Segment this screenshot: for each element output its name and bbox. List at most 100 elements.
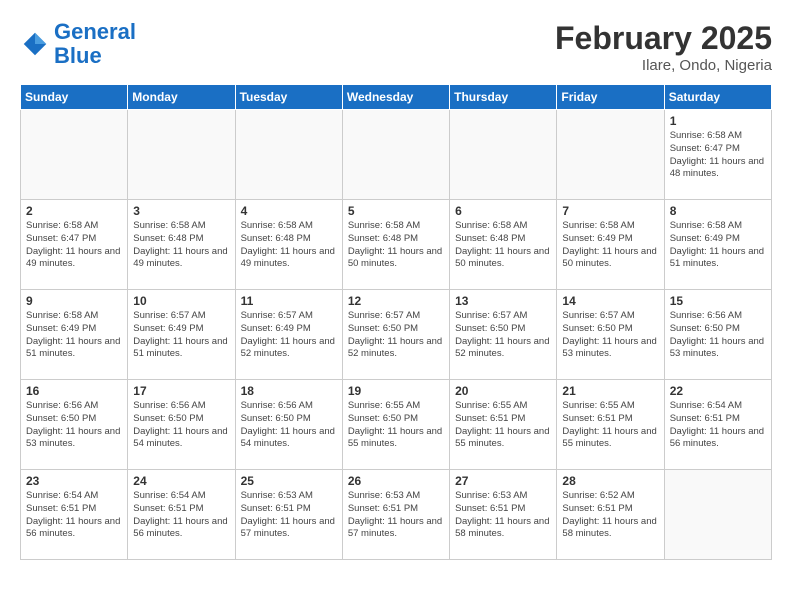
calendar-cell: 12 Sunrise: 6:57 AM Sunset: 6:50 PM Dayli… — [342, 290, 449, 380]
day-info: Sunrise: 6:57 AM Sunset: 6:50 PM Dayligh… — [455, 310, 551, 361]
calendar-header: SundayMondayTuesdayWednesdayThursdayFrid… — [21, 85, 772, 110]
calendar-cell: 10 Sunrise: 6:57 AM Sunset: 6:49 PM Dayli… — [128, 290, 235, 380]
day-number: 25 — [241, 474, 337, 488]
day-info: Sunrise: 6:56 AM Sunset: 6:50 PM Dayligh… — [670, 310, 766, 361]
day-number: 7 — [562, 204, 658, 218]
calendar-cell — [21, 110, 128, 200]
calendar-cell: 27Sunrise: 6:53 AM Sunset: 6:51 PM Dayli… — [450, 470, 557, 560]
calendar-cell: 16 Sunrise: 6:56 AM Sunset: 6:50 PM Dayli… — [21, 380, 128, 470]
day-info: Sunrise: 6:58 AM Sunset: 6:49 PM Dayligh… — [26, 310, 122, 361]
day-info: Sunrise: 6:56 AM Sunset: 6:50 PM Dayligh… — [26, 400, 122, 451]
calendar-cell: 5Sunrise: 6:58 AM Sunset: 6:48 PM Daylig… — [342, 200, 449, 290]
weekday-header-row: SundayMondayTuesdayWednesdayThursdayFrid… — [21, 85, 772, 110]
day-number: 15 — [670, 294, 766, 308]
day-info: Sunrise: 6:58 AM Sunset: 6:47 PM Dayligh… — [670, 130, 766, 181]
day-number: 23 — [26, 474, 122, 488]
day-info: Sunrise: 6:58 AM Sunset: 6:49 PM Dayligh… — [670, 220, 766, 271]
weekday-monday: Monday — [128, 85, 235, 110]
day-info: Sunrise: 6:55 AM Sunset: 6:50 PM Dayligh… — [348, 400, 444, 451]
day-number: 12 — [348, 294, 444, 308]
calendar-cell — [342, 110, 449, 200]
day-number: 3 — [133, 204, 229, 218]
day-info: Sunrise: 6:53 AM Sunset: 6:51 PM Dayligh… — [241, 490, 337, 541]
week-row-2: 9 Sunrise: 6:58 AM Sunset: 6:49 PM Daylig… — [21, 290, 772, 380]
calendar-cell: 25 Sunrise: 6:53 AM Sunset: 6:51 PM Dayli… — [235, 470, 342, 560]
calendar-cell: 28Sunrise: 6:52 AM Sunset: 6:51 PM Dayli… — [557, 470, 664, 560]
calendar-cell — [450, 110, 557, 200]
day-number: 28 — [562, 474, 658, 488]
weekday-wednesday: Wednesday — [342, 85, 449, 110]
day-number: 8 — [670, 204, 766, 218]
day-info: Sunrise: 6:53 AM Sunset: 6:51 PM Dayligh… — [348, 490, 444, 541]
logo: General Blue — [20, 20, 136, 68]
day-number: 27 — [455, 474, 551, 488]
day-info: Sunrise: 6:54 AM Sunset: 6:51 PM Dayligh… — [670, 400, 766, 451]
day-number: 22 — [670, 384, 766, 398]
day-number: 1 — [670, 114, 766, 128]
day-info: Sunrise: 6:56 AM Sunset: 6:50 PM Dayligh… — [241, 400, 337, 451]
day-number: 9 — [26, 294, 122, 308]
calendar-cell: 15 Sunrise: 6:56 AM Sunset: 6:50 PM Dayli… — [664, 290, 771, 380]
calendar-cell — [664, 470, 771, 560]
calendar-cell: 24Sunrise: 6:54 AM Sunset: 6:51 PM Dayli… — [128, 470, 235, 560]
calendar-cell — [557, 110, 664, 200]
weekday-thursday: Thursday — [450, 85, 557, 110]
day-number: 21 — [562, 384, 658, 398]
calendar-cell: 22 Sunrise: 6:54 AM Sunset: 6:51 PM Dayli… — [664, 380, 771, 470]
day-info: Sunrise: 6:57 AM Sunset: 6:49 PM Dayligh… — [241, 310, 337, 361]
month-title: February 2025 — [555, 20, 772, 57]
week-row-3: 16 Sunrise: 6:56 AM Sunset: 6:50 PM Dayli… — [21, 380, 772, 470]
day-number: 13 — [455, 294, 551, 308]
day-info: Sunrise: 6:55 AM Sunset: 6:51 PM Dayligh… — [455, 400, 551, 451]
weekday-sunday: Sunday — [21, 85, 128, 110]
day-number: 16 — [26, 384, 122, 398]
day-number: 17 — [133, 384, 229, 398]
calendar-cell: 6 Sunrise: 6:58 AM Sunset: 6:48 PM Daylig… — [450, 200, 557, 290]
calendar-cell: 26Sunrise: 6:53 AM Sunset: 6:51 PM Dayli… — [342, 470, 449, 560]
calendar-cell: 17 Sunrise: 6:56 AM Sunset: 6:50 PM Dayli… — [128, 380, 235, 470]
calendar-cell: 4 Sunrise: 6:58 AM Sunset: 6:48 PM Daylig… — [235, 200, 342, 290]
calendar-cell: 23 Sunrise: 6:54 AM Sunset: 6:51 PM Dayli… — [21, 470, 128, 560]
day-info: Sunrise: 6:58 AM Sunset: 6:49 PM Dayligh… — [562, 220, 658, 271]
logo-text: General Blue — [54, 20, 136, 68]
day-info: Sunrise: 6:58 AM Sunset: 6:48 PM Dayligh… — [241, 220, 337, 271]
day-number: 18 — [241, 384, 337, 398]
day-number: 24 — [133, 474, 229, 488]
calendar-cell: 2Sunrise: 6:58 AM Sunset: 6:47 PM Daylig… — [21, 200, 128, 290]
calendar-cell: 19Sunrise: 6:55 AM Sunset: 6:50 PM Dayli… — [342, 380, 449, 470]
day-number: 20 — [455, 384, 551, 398]
calendar-cell: 1 Sunrise: 6:58 AM Sunset: 6:47 PM Daylig… — [664, 110, 771, 200]
day-info: Sunrise: 6:58 AM Sunset: 6:48 PM Dayligh… — [455, 220, 551, 271]
day-info: Sunrise: 6:56 AM Sunset: 6:50 PM Dayligh… — [133, 400, 229, 451]
logo-blue: Blue — [54, 43, 102, 68]
calendar-cell: 18 Sunrise: 6:56 AM Sunset: 6:50 PM Dayli… — [235, 380, 342, 470]
calendar-cell — [235, 110, 342, 200]
week-row-0: 1 Sunrise: 6:58 AM Sunset: 6:47 PM Daylig… — [21, 110, 772, 200]
day-number: 4 — [241, 204, 337, 218]
calendar-cell: 8 Sunrise: 6:58 AM Sunset: 6:49 PM Daylig… — [664, 200, 771, 290]
title-block: February 2025 Ilare, Ondo, Nigeria — [555, 20, 772, 74]
day-info: Sunrise: 6:58 AM Sunset: 6:48 PM Dayligh… — [133, 220, 229, 271]
weekday-friday: Friday — [557, 85, 664, 110]
calendar-cell: 11 Sunrise: 6:57 AM Sunset: 6:49 PM Dayli… — [235, 290, 342, 380]
day-info: Sunrise: 6:58 AM Sunset: 6:48 PM Dayligh… — [348, 220, 444, 271]
week-row-4: 23 Sunrise: 6:54 AM Sunset: 6:51 PM Dayli… — [21, 470, 772, 560]
week-row-1: 2Sunrise: 6:58 AM Sunset: 6:47 PM Daylig… — [21, 200, 772, 290]
calendar-cell: 7 Sunrise: 6:58 AM Sunset: 6:49 PM Daylig… — [557, 200, 664, 290]
location-label: Ilare, Ondo, Nigeria — [555, 57, 772, 74]
day-number: 6 — [455, 204, 551, 218]
day-info: Sunrise: 6:57 AM Sunset: 6:49 PM Dayligh… — [133, 310, 229, 361]
day-number: 10 — [133, 294, 229, 308]
day-info: Sunrise: 6:57 AM Sunset: 6:50 PM Dayligh… — [562, 310, 658, 361]
day-info: Sunrise: 6:54 AM Sunset: 6:51 PM Dayligh… — [26, 490, 122, 541]
calendar-table: SundayMondayTuesdayWednesdayThursdayFrid… — [20, 84, 772, 560]
calendar-cell: 14Sunrise: 6:57 AM Sunset: 6:50 PM Dayli… — [557, 290, 664, 380]
day-number: 2 — [26, 204, 122, 218]
calendar-cell: 21 Sunrise: 6:55 AM Sunset: 6:51 PM Dayli… — [557, 380, 664, 470]
day-info: Sunrise: 6:55 AM Sunset: 6:51 PM Dayligh… — [562, 400, 658, 451]
day-info: Sunrise: 6:57 AM Sunset: 6:50 PM Dayligh… — [348, 310, 444, 361]
calendar-cell: 3 Sunrise: 6:58 AM Sunset: 6:48 PM Daylig… — [128, 200, 235, 290]
calendar-body: 1 Sunrise: 6:58 AM Sunset: 6:47 PM Daylig… — [21, 110, 772, 560]
day-number: 11 — [241, 294, 337, 308]
calendar-cell: 20 Sunrise: 6:55 AM Sunset: 6:51 PM Dayli… — [450, 380, 557, 470]
